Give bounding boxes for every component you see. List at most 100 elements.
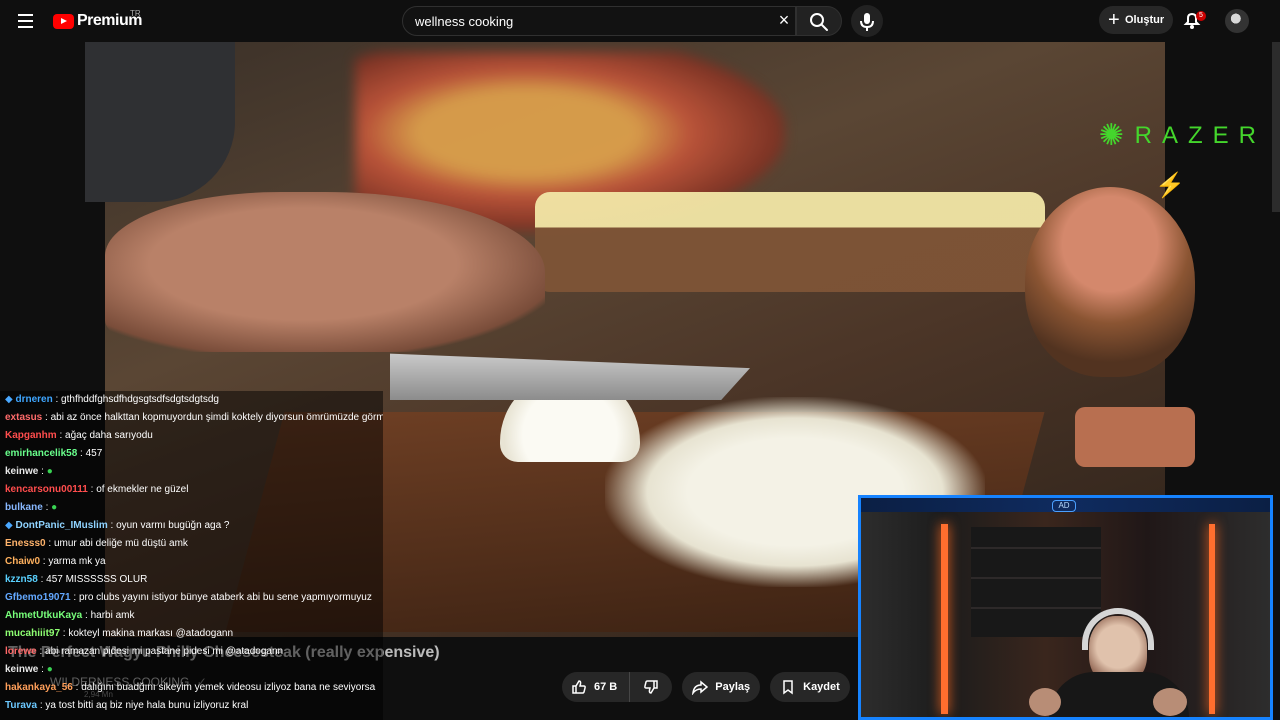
webcam-logo: AD (1052, 500, 1076, 512)
chat-message: ◆ drneren : gthfhddfghsdfhdgsgtsdfsdgtsd… (0, 391, 383, 409)
chat-username[interactable]: extasus (5, 412, 42, 423)
region-code: TR (130, 9, 141, 18)
avatar[interactable] (1225, 9, 1249, 33)
chat-separator: : (38, 466, 47, 477)
chat-overlay: ◆ drneren : gthfhddfghsdfhdgsgtsdfsdgtsd… (0, 391, 383, 720)
notification-badge: 5 (1196, 11, 1206, 21)
chat-username[interactable]: kzzn58 (5, 574, 38, 585)
close-icon: × (778, 10, 790, 30)
dislike-button[interactable] (630, 672, 672, 702)
chat-username[interactable]: emirhancelik58 (5, 448, 77, 459)
chat-message-text: 457 MISSSSSS OLUR (46, 574, 148, 585)
chat-message: AhmetUtkuKaya : harbi amk (0, 607, 383, 625)
chat-message: hakankaya_56 : dalığını buadğını sikeyim… (0, 679, 383, 697)
chat-separator: : (42, 502, 52, 513)
streamer-hand-right (1153, 688, 1187, 716)
thumb-down-icon (644, 680, 658, 694)
chat-list: ◆ drneren : gthfhddfghsdfhdgsgtsdfsdgtsd… (0, 391, 383, 715)
chat-message: emirhancelik58 : 457 (0, 445, 383, 463)
chat-username[interactable]: kencarsonu00111 (5, 484, 88, 495)
chat-message-text: ağaç daha sarıyodu (65, 430, 153, 441)
chat-message-text: harbi amk (90, 610, 135, 621)
chat-username[interactable]: keinwe (5, 664, 38, 675)
menu-icon-line (18, 20, 33, 22)
pikachu-emote-icon: ⚡ (1155, 172, 1185, 199)
razer-snake-icon: ✺ (1098, 119, 1124, 152)
share-label: Paylaş (715, 681, 751, 693)
chat-message-text: yarma mk ya (48, 556, 106, 567)
chat-separator: : (45, 538, 54, 549)
chat-message-text: abi ramazan pidesi mi pastane pidesi mi … (45, 646, 284, 657)
microphone-icon (860, 13, 874, 31)
chat-separator: : (42, 412, 51, 423)
chat-separator: : (37, 574, 47, 585)
webcam-room (861, 512, 1270, 717)
chat-message-text: kokteyl makina markası @atadogann (68, 628, 234, 639)
clear-search-button[interactable]: × (774, 10, 794, 30)
chat-username[interactable]: Enesss0 (5, 538, 46, 549)
share-icon (692, 680, 709, 695)
chat-separator: : (107, 520, 117, 531)
like-count: 67 B (594, 681, 618, 693)
chat-username[interactable]: Gfbemo19071 (5, 592, 71, 603)
create-button[interactable]: + Oluştur (1099, 6, 1173, 34)
chat-separator: : (87, 484, 97, 495)
chat-message-text: dalığını buadğını sikeyim yemek videosu … (81, 682, 376, 693)
chat-message: Chaiw0 : yarma mk ya (0, 553, 383, 571)
menu-icon-line (18, 14, 33, 16)
chat-message-text: pro clubs yayını istiyor bünye ataberk a… (78, 592, 372, 603)
chat-emote-icon: ● (51, 502, 58, 513)
search-input[interactable]: wellness cooking (415, 14, 513, 29)
chat-message: keinwe : ● (0, 661, 383, 679)
youtube-premium-logo[interactable]: Premium (53, 12, 142, 30)
led-light (1209, 524, 1215, 714)
chat-separator: : (82, 610, 91, 621)
chat-message-text: oyun varmı bugüğn aga ? (116, 520, 230, 531)
razer-logo: ✺ RAZER (1096, 115, 1266, 157)
chat-username[interactable]: lorewe (5, 646, 37, 657)
chat-username[interactable]: mucahiiit97 (5, 628, 60, 639)
chat-username[interactable]: AhmetUtkuKaya (5, 610, 82, 621)
chat-badge-icon: ◆ (5, 520, 16, 531)
chat-username[interactable]: Chaiw0 (5, 556, 40, 567)
save-button[interactable]: Kaydet (770, 672, 850, 702)
knife (390, 353, 750, 400)
like-button[interactable]: 67 B (562, 672, 631, 702)
plus-icon: + (1108, 9, 1120, 31)
chat-message: Enesss0 : umur abi deliğe mü düştü amk (0, 535, 383, 553)
chat-separator: : (38, 664, 47, 675)
chat-username[interactable]: Turava (5, 700, 37, 711)
save-label: Kaydet (803, 681, 840, 693)
chat-message-text: 457 (85, 448, 103, 459)
voice-search-button[interactable] (851, 5, 883, 37)
razer-brand-text: RAZER (1134, 122, 1266, 149)
chat-username[interactable]: drneren (15, 394, 52, 405)
chat-message: Gfbemo19071 : pro clubs yayını istiyor b… (0, 589, 383, 607)
chat-message-text: ya tost bitti aq biz niye hala bunu izli… (45, 700, 249, 711)
bookmark-icon (783, 680, 793, 695)
chat-username[interactable]: DontPanic_IMuslim (15, 520, 107, 531)
chat-message-text: abi az önce halkttan kopmuyordun şimdi k… (50, 412, 383, 423)
chat-separator: : (56, 430, 66, 441)
chat-message: bulkane : ● (0, 499, 383, 517)
menu-button[interactable] (14, 9, 38, 33)
top-bar: Premium TR wellness cooking × + Oluştur … (0, 0, 1280, 42)
thumb-up-icon (572, 680, 586, 694)
chat-separator: : (77, 448, 86, 459)
search-button[interactable] (796, 6, 842, 36)
scrollbar[interactable] (1272, 42, 1280, 212)
streamer-webcam: AD (858, 495, 1273, 720)
chat-message: ◆ DontPanic_IMuslim : oyun varmı bugüğn … (0, 517, 383, 535)
sauce-bowl (1025, 187, 1195, 377)
chat-message: lorewe : abi ramazan pidesi mi pastane p… (0, 643, 383, 661)
chat-message: kencarsonu00111 : of ekmekler ne güzel (0, 481, 383, 499)
chat-username[interactable]: Kapganhm (5, 430, 57, 441)
chat-username[interactable]: keinwe (5, 466, 38, 477)
shelf (971, 527, 1101, 637)
chat-separator: : (70, 592, 79, 603)
chat-username[interactable]: bulkane (5, 502, 43, 513)
video-actions: 67 B Paylaş Kaydet 1 (562, 672, 909, 702)
chat-username[interactable]: hakankaya_56 (5, 682, 73, 693)
share-button[interactable]: Paylaş (682, 672, 761, 702)
search-box[interactable]: wellness cooking (402, 6, 796, 36)
